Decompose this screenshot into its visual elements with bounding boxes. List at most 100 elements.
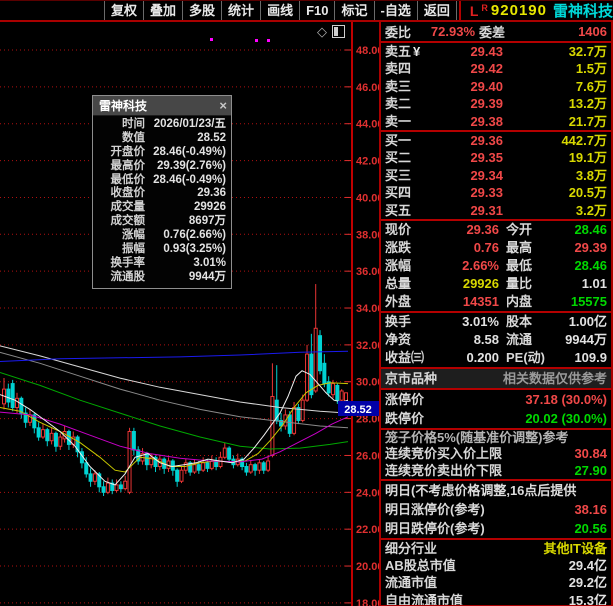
tooltip-row: 流通股 9944万 <box>93 271 231 285</box>
tooltip-label: 振幅 <box>122 243 145 256</box>
ask-label: 卖四 <box>385 61 412 77</box>
tooltip-row: 开盘价 28.46(-0.49%) <box>93 146 231 160</box>
financial-summary: 换手 3.01% 股本 1.00亿 净资 8.58 流通 9944万 收益㈢ 0… <box>381 313 611 369</box>
info-row: 流通市值 29.2亿 <box>385 575 607 591</box>
ask-row[interactable]: 卖四 29.42 1.5万 <box>381 60 611 77</box>
ask-row[interactable]: 卖三 29.40 7.6万 <box>381 78 611 95</box>
quote-value: 28.46 <box>574 221 607 237</box>
bid-row[interactable]: 买二 29.35 19.1万 <box>381 149 611 166</box>
tooltip-value: 28.52 <box>197 131 226 144</box>
market-type-label: 京市品种 <box>385 370 438 386</box>
svg-text:30.00: 30.00 <box>356 377 379 389</box>
quote-value: 29.39 <box>574 239 607 255</box>
tomorrow-row: 明日涨停价(参考) 38.16 <box>385 502 607 518</box>
toolbar-button[interactable]: 标记 <box>334 1 373 20</box>
quote-label: 最低 <box>506 257 533 273</box>
quote-row: 外盘 14351 内盘 15575 <box>381 293 611 311</box>
bid-row[interactable]: 买三 29.34 3.8万 <box>381 167 611 184</box>
tooltip-titlebar[interactable]: 雷神科技 × <box>93 96 231 116</box>
quote-label: 总量 <box>385 275 412 291</box>
svg-text:48.00: 48.00 <box>356 45 379 57</box>
stock-header: L R 920190 雷神科技 i <box>458 1 613 20</box>
limit-row: 涨停价 37.18 (30.0%) <box>385 391 607 407</box>
ask-row[interactable]: 卖二 29.39 13.2万 <box>381 95 611 112</box>
toolbar-button[interactable]: 返回 <box>416 1 457 20</box>
tooltip-row: 最高价 29.39(2.76%) <box>93 160 231 174</box>
bid-row[interactable]: 买一 29.36 442.7万 <box>381 132 611 149</box>
financial-value: 3.01% <box>462 313 499 329</box>
financial-label: 换手 <box>385 313 412 329</box>
bid-volume: 3.8万 <box>575 167 607 183</box>
quote-row: 涨幅 2.66% 最低 28.46 <box>381 257 611 275</box>
ask-price: 29.40 <box>470 78 503 94</box>
bid-volume: 19.1万 <box>568 150 607 166</box>
market-type-row: 京市品种 相关数据仅供参考 <box>381 368 611 390</box>
market-type-note: 相关数据仅供参考 <box>502 370 607 386</box>
close-icon[interactable]: × <box>219 98 227 113</box>
info-row: 细分行业 其他IT设备 <box>385 541 607 557</box>
toolbar-button[interactable]: -自选 <box>373 1 417 20</box>
financial-value: 1.00亿 <box>568 313 607 329</box>
bid-label: 买四 <box>385 185 412 201</box>
toolbar-button[interactable]: 复权 <box>104 1 143 20</box>
candlestick-chart-area[interactable]: 48.00 46.00 44.00 42.00 40.00 38.00 36.00 34.00… <box>0 22 379 606</box>
stock-code: 920190 <box>490 2 547 19</box>
tooltip-body: 时间 2026/01/23/五 数值 28.52 开盘价 28.46(-0.49… <box>93 116 231 288</box>
tooltip-label: 最高价 <box>110 159 146 172</box>
tooltip-value: 29926 <box>194 201 226 214</box>
quote-label: 外盘 <box>385 293 412 309</box>
quote-row: 涨跌 0.76 最高 29.39 <box>381 239 611 257</box>
flag-l: L <box>469 2 479 19</box>
tomorrow-note: 明日(不考虑价格调整,16点后提供 <box>385 483 577 499</box>
bid-price: 29.31 <box>470 202 503 218</box>
svg-text:34.00: 34.00 <box>356 303 379 315</box>
tooltip-row: 最低价 28.46(-0.49%) <box>93 174 231 188</box>
svg-text:44.00: 44.00 <box>356 119 379 131</box>
quote-value: 29926 <box>462 275 499 291</box>
ask-row[interactable]: 卖一 29.38 21.7万 <box>381 113 611 130</box>
ask-volume: 7.6万 <box>575 78 607 94</box>
ask-price: 29.43 <box>470 44 503 59</box>
tooltip-value: 2026/01/23/五 <box>153 118 226 130</box>
bid-row[interactable]: 买五 29.31 3.2万 <box>381 202 611 219</box>
tooltip-label: 涨幅 <box>122 229 145 242</box>
tooltip-label: 最低价 <box>110 173 146 186</box>
svg-text:46.00: 46.00 <box>356 82 379 94</box>
ask-volume: 1.5万 <box>575 61 607 77</box>
financial-label: 收益㈢ <box>385 349 425 365</box>
svg-text:36.00: 36.00 <box>356 266 379 278</box>
quote-label: 内盘 <box>506 293 533 309</box>
bid-levels: 买一 29.36 442.7万 买二 29.35 19.1万 买三 29.34 … <box>381 132 611 221</box>
tooltip-row: 成交额 8697万 <box>93 215 231 229</box>
ask-row[interactable]: 卖五 ¥ 29.43 32.7万 <box>381 43 611 60</box>
cage-price-section: 笼子价格5%(随基准价调整)参考 连续竞价买入价上限 30.84 连续竞价卖出价… <box>381 430 611 482</box>
toolbar-button[interactable]: F10 <box>299 1 334 20</box>
toolbar-button[interactable]: 画线 <box>260 1 299 20</box>
quote-row: 总量 29926 量比 1.01 <box>381 275 611 293</box>
toolbar-button[interactable]: 统计 <box>221 1 260 20</box>
diamond-icon[interactable]: ◇ <box>317 25 327 38</box>
toolbar-button[interactable]: 叠加 <box>143 1 182 20</box>
quote-value: 28.46 <box>574 257 607 273</box>
tooltip-row: 收盘价 29.36 <box>93 187 231 201</box>
financial-value: 0.200 <box>466 349 499 365</box>
toolbar-button[interactable]: 多股 <box>182 1 221 20</box>
tooltip-value: 3.01% <box>193 256 226 269</box>
split-pane-icon[interactable] <box>332 25 345 38</box>
svg-text:32.00: 32.00 <box>356 340 379 352</box>
tomorrow-row: 明日跌停价(参考) 20.56 <box>385 521 607 537</box>
bid-row[interactable]: 买四 29.33 20.5万 <box>381 184 611 201</box>
tooltip-label: 流通股 <box>110 270 146 283</box>
tooltip-label: 开盘价 <box>110 145 146 158</box>
svg-text:42.00: 42.00 <box>356 156 379 168</box>
quote-label: 量比 <box>506 275 533 291</box>
quote-value: 2.66% <box>462 257 499 273</box>
tooltip-row: 换手率 3.01% <box>93 257 231 271</box>
svg-text:22.00: 22.00 <box>356 524 379 536</box>
quote-value: 14351 <box>462 293 499 309</box>
financial-value: 9944万 <box>565 331 607 347</box>
ask-label: 卖三 <box>385 78 412 94</box>
ask-levels: 卖五 ¥ 29.43 32.7万 卖四 29.42 1.5万 卖三 29.40 7… <box>381 43 611 132</box>
quote-panel: 委比 72.93% 委差 1406 卖五 ¥ 29.43 32.7万 卖四 29.… <box>379 22 613 606</box>
svg-text:20.00: 20.00 <box>356 561 379 573</box>
